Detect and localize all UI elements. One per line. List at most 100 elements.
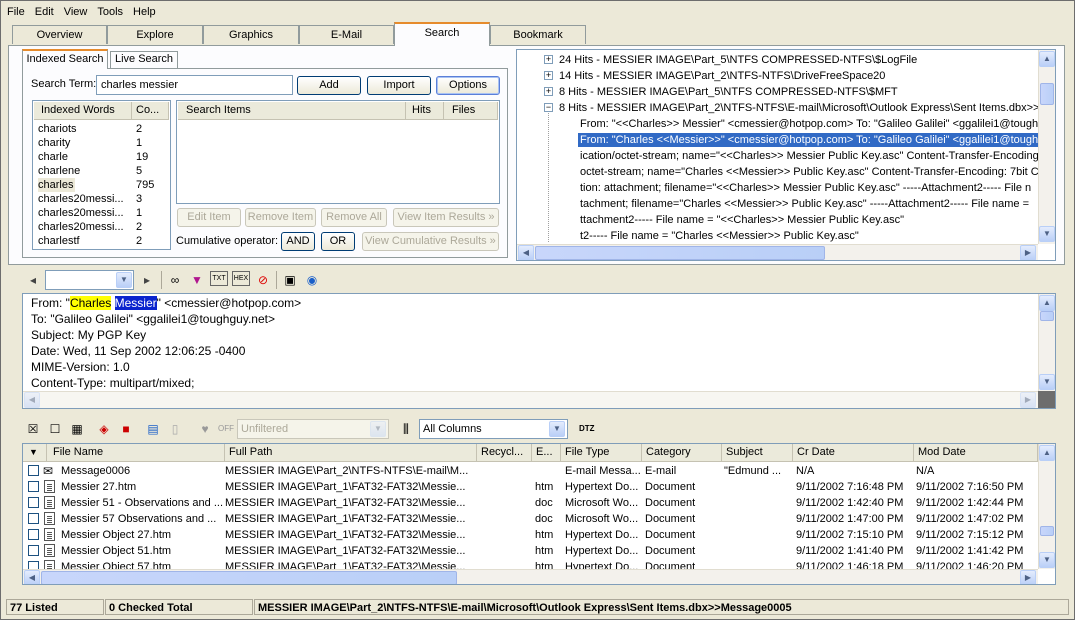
row-checkbox[interactable] (28, 465, 39, 476)
tree-child-item[interactable]: ttachment2----- File name = "<<Charles>>… (517, 213, 1038, 227)
add-button[interactable]: Add (297, 76, 361, 95)
tree-vscrollbar[interactable]: ▲ ▼ (1038, 50, 1055, 244)
tree-node[interactable]: +14 Hits - MESSIER IMAGE\Part_2\NTFS-NTF… (517, 69, 1038, 83)
scroll-down-icon[interactable]: ▼ (1039, 374, 1055, 390)
col-files[interactable]: Files (444, 102, 498, 119)
scroll-down-icon[interactable]: ▼ (1039, 226, 1055, 242)
col-full-path[interactable]: Full Path (225, 444, 477, 461)
or-button[interactable]: OR (321, 232, 355, 251)
scroll-up-icon[interactable]: ▲ (1039, 295, 1055, 311)
import-button[interactable]: Import (367, 76, 431, 95)
find-next-icon[interactable]: ▸ (138, 271, 156, 289)
tab-explore[interactable]: Explore (107, 25, 203, 44)
col-hits[interactable]: Hits (406, 102, 444, 119)
row-checkbox[interactable] (28, 513, 39, 524)
remove-all-button[interactable]: Remove All (321, 208, 387, 227)
filter-icon[interactable]: ▼ (188, 271, 206, 289)
results-tree[interactable]: +24 Hits - MESSIER IMAGE\Part_5\NTFS COM… (516, 49, 1056, 261)
col-recycle[interactable]: Recycl... (477, 444, 532, 461)
expand-icon[interactable]: + (544, 71, 553, 80)
tree-child-item[interactable]: tachment; filename="Charles <<Messier>> … (517, 197, 1038, 211)
table-row[interactable]: Messier Object 27.htm MESSIER IMAGE\Part_… (23, 527, 1038, 543)
text-view-icon[interactable]: TXT (210, 271, 228, 286)
file-list-hscrollbar[interactable]: ◀ ▶ (23, 569, 1038, 584)
chevron-down-icon[interactable]: ▼ (370, 421, 386, 437)
tab-overview[interactable]: Overview (12, 25, 107, 44)
tab-email[interactable]: E-Mail (299, 25, 394, 44)
tree-child-item[interactable]: From: "Charles <<Messier>>" <cmessier@ho… (517, 132, 1039, 148)
and-button[interactable]: AND (281, 232, 315, 251)
row-checkbox[interactable] (28, 529, 39, 540)
table-row[interactable]: Messier 27.htm MESSIER IMAGE\Part_1\FAT32… (23, 479, 1038, 495)
bookmark-icon[interactable]: ■ (117, 420, 135, 438)
scroll-thumb[interactable] (1040, 526, 1054, 536)
list-item[interactable]: chariots 2 (35, 122, 169, 136)
menu-view[interactable]: View (59, 6, 93, 18)
view-item-results-button[interactable]: View Item Results » (393, 208, 499, 227)
col-file-name[interactable]: File Name (47, 444, 225, 461)
col-subject[interactable]: Subject (722, 444, 793, 461)
view-cumulative-results-button[interactable]: View Cumulative Results » (362, 232, 499, 251)
scroll-right-icon[interactable]: ▶ (1020, 570, 1036, 584)
export-icon[interactable]: ◈ (95, 420, 113, 438)
menu-help[interactable]: Help (128, 6, 161, 18)
col-mod-date[interactable]: Mod Date (914, 444, 1038, 461)
file-list[interactable]: ▼ File Name Full Path Recycl... E... Fil… (22, 443, 1056, 585)
scroll-right-icon[interactable]: ▶ (1020, 392, 1036, 408)
table-row[interactable]: Messier 57 Observations and ... MESSIER I… (23, 511, 1038, 527)
gallery-icon[interactable]: ▤ (144, 420, 162, 438)
tree-child-item[interactable]: ication/octet-stream; name="<<Charles>> … (517, 149, 1038, 163)
row-checkbox[interactable] (28, 481, 39, 492)
remove-item-button[interactable]: Remove Item (245, 208, 316, 227)
subtab-indexed-search[interactable]: Indexed Search (22, 49, 108, 69)
filter-select[interactable]: Unfiltered ▼ (237, 419, 389, 439)
scroll-down-icon[interactable]: ▼ (1039, 552, 1055, 568)
list-item[interactable]: charlestf 2 (35, 234, 169, 248)
columns-icon[interactable]: ⦀ (397, 420, 415, 438)
list-item[interactable]: charity 1 (35, 136, 169, 150)
list-item[interactable]: charles20messi... 3 (35, 192, 169, 206)
check-highlighted-icon[interactable]: ☐ (46, 420, 64, 438)
file-list-vscrollbar[interactable]: ▲ ▼ (1038, 444, 1055, 569)
picture-icon[interactable]: ▣ (281, 271, 299, 289)
menu-edit[interactable]: Edit (30, 6, 59, 18)
menu-tools[interactable]: Tools (92, 6, 128, 18)
tree-child-item[interactable]: tion: attachment; filename="<<Charles>> … (517, 181, 1038, 195)
tree-node[interactable]: +24 Hits - MESSIER IMAGE\Part_5\NTFS COM… (517, 53, 1038, 67)
scroll-thumb[interactable] (1040, 311, 1054, 321)
dtz-button[interactable]: DTZ (579, 424, 595, 433)
stop-icon[interactable]: ⊘ (254, 271, 272, 289)
scroll-up-icon[interactable]: ▲ (1039, 51, 1055, 67)
scroll-left-icon[interactable]: ◀ (518, 245, 534, 260)
scroll-up-icon[interactable]: ▲ (1039, 445, 1055, 461)
scroll-thumb[interactable] (1040, 83, 1054, 105)
expand-icon[interactable]: + (544, 55, 553, 64)
col-search-items[interactable]: Search Items (178, 102, 406, 119)
expand-icon[interactable]: + (544, 87, 553, 96)
col-extension[interactable]: E... (532, 444, 561, 461)
preview-vscrollbar[interactable]: ▲ ▼ (1038, 294, 1055, 391)
tab-graphics[interactable]: Graphics (203, 25, 299, 44)
filter-funnel-icon[interactable]: ♥ (196, 420, 214, 438)
collapse-icon[interactable]: − (544, 103, 553, 112)
list-item[interactable]: charles20messi... 2 (35, 220, 169, 234)
chevron-down-icon[interactable]: ▼ (549, 421, 565, 437)
find-combo[interactable]: ▼ (45, 270, 134, 290)
uncheck-all-icon[interactable]: ▦ (68, 420, 86, 438)
table-row[interactable]: Messier 51 - Observations and ... MESSIER… (23, 495, 1038, 511)
list-item[interactable]: charles20messi... 1 (35, 206, 169, 220)
chevron-down-icon[interactable]: ▼ (116, 272, 132, 288)
scroll-left-icon[interactable]: ◀ (24, 392, 40, 408)
options-button[interactable]: Options (436, 76, 500, 95)
edit-item-button[interactable]: Edit Item (177, 208, 241, 227)
tree-child-item[interactable]: octet-stream; name="Charles <<Messier>> … (517, 165, 1038, 179)
scroll-thumb[interactable] (41, 571, 457, 584)
tree-child-item[interactable]: t2----- File name = "Charles <<Messier>>… (517, 229, 1038, 243)
glasses-icon[interactable]: ∞ (166, 271, 184, 289)
list-item[interactable]: charlene 5 (35, 164, 169, 178)
tree-node[interactable]: +8 Hits - MESSIER IMAGE\Part_5\NTFS COMP… (517, 85, 1038, 99)
col-indexed-words[interactable]: Indexed Words (34, 102, 132, 119)
col-count[interactable]: Co... (132, 102, 169, 119)
row-checkbox[interactable] (28, 545, 39, 556)
browser-icon[interactable]: ◉ (303, 271, 321, 289)
